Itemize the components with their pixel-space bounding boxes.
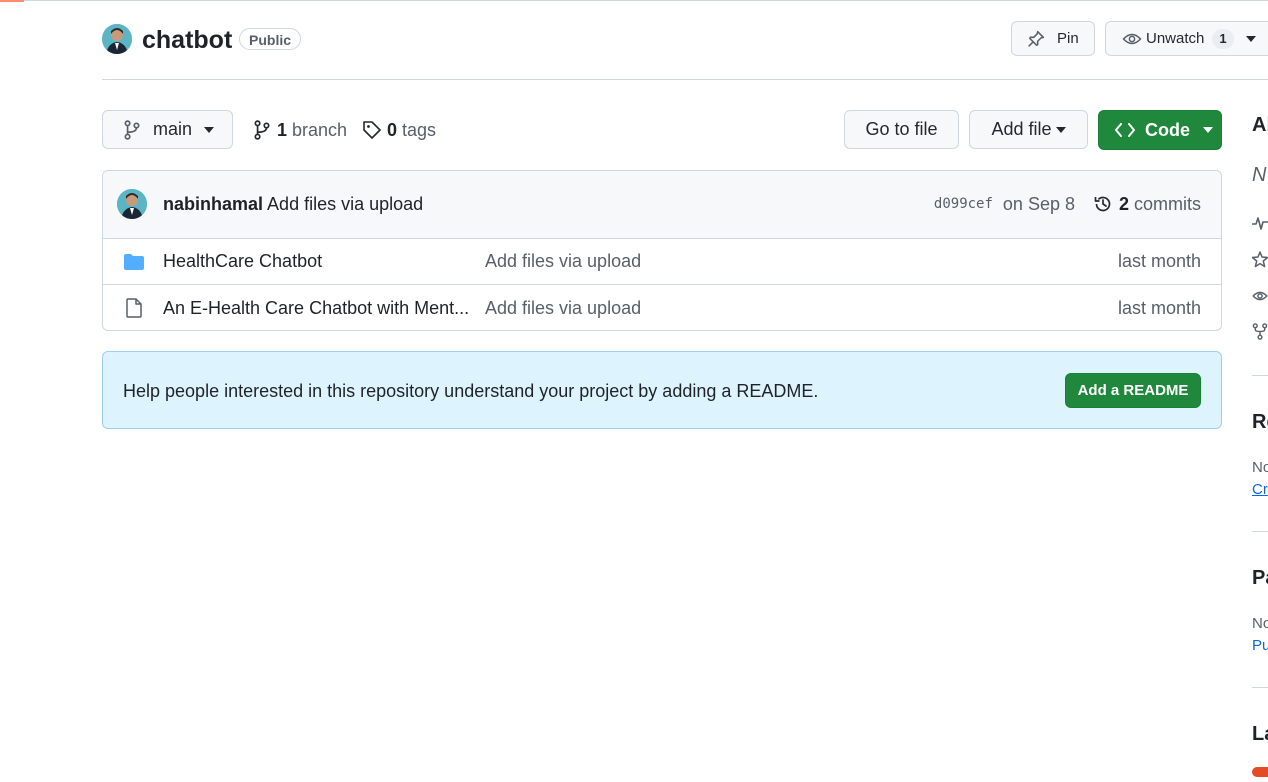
file-row[interactable]: HealthCare Chatbot Add files via upload … bbox=[103, 238, 1221, 284]
folder-icon bbox=[124, 254, 144, 270]
file-age: last month bbox=[1117, 298, 1201, 318]
language-bar bbox=[1252, 767, 1268, 777]
about-heading: Ab bbox=[1252, 114, 1268, 136]
go-to-file-button[interactable]: Go to file bbox=[844, 110, 959, 149]
tags-link[interactable]: 0 tags bbox=[362, 118, 436, 142]
file-browser: nabinhamal Add files via upload d099cef … bbox=[102, 170, 1222, 331]
commits-link[interactable]: 2 commits bbox=[1093, 192, 1201, 216]
file-name[interactable]: HealthCare Chatbot bbox=[163, 238, 322, 284]
releases-heading[interactable]: Re bbox=[1252, 411, 1268, 434]
file-commit-message[interactable]: Add files via upload bbox=[485, 285, 641, 330]
pin-label: Pin bbox=[1057, 30, 1079, 47]
chevron-down-icon bbox=[204, 126, 215, 133]
repo-name[interactable]: chatbot bbox=[142, 24, 232, 56]
sidebar-divider bbox=[1252, 375, 1268, 376]
commit-sha[interactable]: d099cef bbox=[934, 192, 993, 216]
readme-banner: Help people interested in this repositor… bbox=[102, 351, 1222, 429]
code-icon bbox=[1115, 123, 1135, 137]
top-divider bbox=[24, 0, 1268, 1]
file-commit-message[interactable]: Add files via upload bbox=[485, 238, 641, 284]
about-description: N bbox=[1252, 164, 1267, 186]
packages-text: No bbox=[1252, 615, 1268, 632]
commit-label: commits bbox=[1134, 194, 1201, 214]
watch-label: Unwatch bbox=[1146, 30, 1205, 47]
history-icon bbox=[1094, 196, 1111, 212]
fork-icon bbox=[1252, 323, 1268, 340]
add-file-button[interactable]: Add file bbox=[969, 110, 1088, 149]
top-accent-bar bbox=[0, 0, 24, 2]
languages-heading: La bbox=[1252, 723, 1268, 745]
owner-avatar[interactable] bbox=[102, 24, 132, 54]
code-button[interactable]: Code bbox=[1098, 110, 1222, 150]
add-readme-button[interactable]: Add a README bbox=[1065, 373, 1201, 408]
chevron-down-icon bbox=[1203, 127, 1213, 133]
readme-banner-text: Help people interested in this repositor… bbox=[123, 381, 819, 401]
commit-author[interactable]: nabinhamal bbox=[163, 194, 263, 214]
git-branch-icon bbox=[124, 119, 140, 140]
tag-label: tags bbox=[402, 119, 437, 140]
pin-icon bbox=[1028, 30, 1045, 47]
pulse-icon bbox=[1252, 217, 1268, 230]
pin-button[interactable]: Pin bbox=[1011, 21, 1095, 56]
sidebar-divider bbox=[1252, 687, 1268, 688]
star-icon bbox=[1252, 251, 1268, 268]
watch-count: 1 bbox=[1212, 28, 1234, 49]
file-name[interactable]: An E-Health Care Chatbot with Ment... bbox=[163, 285, 469, 330]
chevron-down-icon bbox=[1245, 35, 1256, 42]
eye-icon bbox=[1122, 33, 1142, 44]
file-icon bbox=[126, 298, 142, 318]
packages-heading[interactable]: Pa bbox=[1252, 567, 1268, 590]
watch-button[interactable]: Unwatch 1 bbox=[1105, 21, 1268, 56]
create-release-link[interactable]: Cr bbox=[1252, 481, 1268, 498]
add-file-label: Add file bbox=[991, 119, 1052, 139]
tag-icon bbox=[363, 121, 381, 139]
commit-message[interactable]: Add files via upload bbox=[267, 194, 423, 214]
chevron-down-icon bbox=[1055, 126, 1066, 133]
branch-label: branch bbox=[292, 119, 348, 140]
visibility-badge: Public bbox=[239, 28, 302, 50]
file-age: last month bbox=[1117, 251, 1201, 271]
header-divider bbox=[102, 79, 1268, 80]
go-to-file-label: Go to file bbox=[865, 119, 938, 139]
tag-count: 0 bbox=[387, 119, 398, 140]
file-row[interactable]: An E-Health Care Chatbot with Ment... Ad… bbox=[103, 284, 1221, 330]
sidebar-divider bbox=[1252, 531, 1268, 532]
publish-package-link[interactable]: Pu bbox=[1252, 637, 1268, 654]
commit-date: on Sep 8 bbox=[1002, 194, 1075, 214]
code-label: Code bbox=[1145, 119, 1190, 140]
releases-text: No bbox=[1252, 459, 1268, 476]
commit-count: 2 bbox=[1118, 194, 1129, 214]
latest-commit-bar: nabinhamal Add files via upload d099cef … bbox=[103, 171, 1221, 239]
commit-author-avatar[interactable] bbox=[117, 189, 147, 219]
add-readme-label: Add a README bbox=[1077, 382, 1189, 399]
git-branch-icon bbox=[254, 120, 270, 140]
branch-name: main bbox=[153, 119, 193, 139]
eye-icon bbox=[1252, 291, 1268, 301]
branches-link[interactable]: 1 branch bbox=[253, 118, 347, 142]
branch-count: 1 bbox=[277, 119, 288, 140]
branch-selector[interactable]: main bbox=[102, 110, 233, 149]
